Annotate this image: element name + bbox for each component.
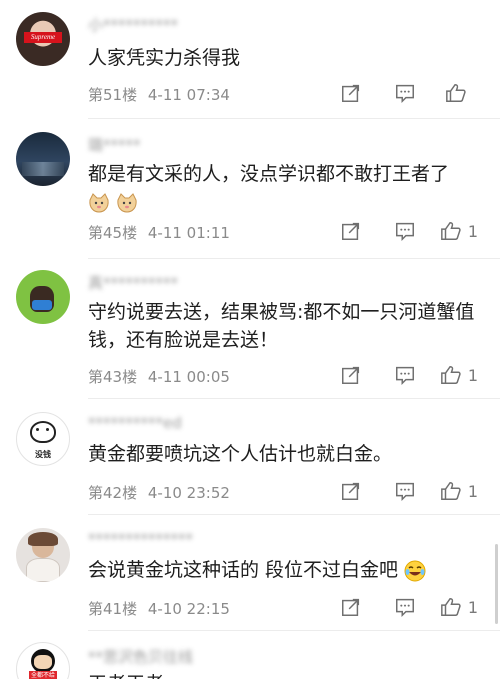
- comment-text: 都是有文采的人，没点学识都不敢打王者了: [88, 160, 478, 216]
- comment-item: 璐***** 都是有文采的人，没点学识都不敢打王者了 第45楼 4-11 01:…: [0, 120, 500, 260]
- comment-text: 黄金都要喷坑这个人估计也就白金。: [88, 443, 393, 465]
- divider: [88, 118, 500, 119]
- floor-number: 第42楼: [88, 484, 138, 502]
- avatar[interactable]: Supreme: [16, 12, 70, 66]
- supreme-badge: Supreme: [24, 32, 62, 43]
- thumbs-up-icon: [440, 596, 462, 618]
- comment-icon: [394, 364, 416, 386]
- floor-number: 第43楼: [88, 368, 138, 386]
- reply-button[interactable]: [378, 594, 432, 620]
- share-icon: [340, 220, 362, 242]
- comment-icon: [394, 480, 416, 502]
- comment-item: 真********** 守约说要去送，结果被骂:都不如一只河道蟹值钱，还有脸说是…: [0, 260, 500, 400]
- timestamp: 4-11 01:11: [147, 224, 230, 242]
- username[interactable]: 小**********: [88, 14, 178, 34]
- divider: [88, 630, 500, 631]
- avatar[interactable]: 全都不给: [16, 642, 70, 679]
- timestamp: 4-10 23:52: [147, 484, 230, 502]
- comment-text: 王者王者: [88, 670, 478, 679]
- avatar[interactable]: 没钱: [16, 412, 70, 466]
- comment-actions: 1: [324, 362, 486, 388]
- divider: [88, 398, 500, 399]
- comment-actions: 1: [324, 478, 486, 504]
- comment-item: ************** 会说黄金坑这种话的 段位不过白金吧 第41楼 4-…: [0, 516, 500, 632]
- share-button[interactable]: [324, 362, 378, 388]
- thumbs-up-icon: [440, 220, 462, 242]
- like-count: 1: [467, 481, 479, 501]
- divider: [88, 258, 500, 259]
- username[interactable]: **************: [88, 530, 193, 548]
- comment-text-body: 会说黄金坑这种话的 段位不过白金吧: [88, 559, 399, 581]
- comment-text: 会说黄金坑这种话的 段位不过白金吧: [88, 556, 478, 584]
- share-button[interactable]: [324, 218, 378, 244]
- reply-button[interactable]: [378, 80, 432, 106]
- comment-icon: [394, 220, 416, 242]
- avatar[interactable]: [16, 132, 70, 186]
- avatar-caption: 全都不给: [29, 671, 57, 679]
- like-count: 1: [467, 221, 479, 241]
- thumbs-up-icon: [445, 82, 467, 104]
- thumbs-up-icon: [440, 480, 462, 502]
- username[interactable]: **思沢色贝往线: [88, 646, 193, 666]
- reply-button[interactable]: [378, 218, 432, 244]
- like-button[interactable]: [432, 82, 486, 104]
- comment-icon: [394, 82, 416, 104]
- share-button[interactable]: [324, 594, 378, 620]
- comment-item: 没钱 **********ed 黄金都要喷坑这个人估计也就白金。 第42楼 4-…: [0, 400, 500, 516]
- share-icon: [340, 480, 362, 502]
- share-icon: [340, 82, 362, 104]
- share-button[interactable]: [324, 478, 378, 504]
- floor-number: 第51楼: [88, 86, 138, 104]
- timestamp: 4-10 22:15: [147, 600, 230, 618]
- cat-emoji-icon: [89, 192, 109, 213]
- share-icon: [340, 364, 362, 386]
- comment-text-body: 都是有文采的人，没点学识都不敢打王者了: [88, 163, 450, 185]
- comment-text: 守约说要去送，结果被骂:都不如一只河道蟹值钱，还有脸说是去送！: [88, 301, 475, 351]
- comment-meta: 第41楼 4-10 22:15: [88, 598, 236, 619]
- share-button[interactable]: [324, 80, 378, 106]
- laughing-emoji-icon: [404, 560, 426, 581]
- like-count: 1: [467, 365, 479, 385]
- like-count: 1: [467, 597, 479, 617]
- like-button[interactable]: 1: [432, 220, 486, 242]
- cat-emoji-icon: [117, 192, 137, 213]
- scrollbar[interactable]: [495, 544, 498, 624]
- avatar[interactable]: [16, 528, 70, 582]
- like-button[interactable]: 1: [432, 596, 486, 618]
- floor-number: 第41楼: [88, 600, 138, 618]
- timestamp: 4-11 00:05: [147, 368, 230, 386]
- comment-actions: 1: [324, 594, 486, 620]
- floor-number: 第45楼: [88, 224, 138, 242]
- comment-item: 全都不给 **思沢色贝往线 王者王者: [0, 632, 500, 679]
- comment-meta: 第51楼 4-11 07:34: [88, 84, 236, 105]
- like-button[interactable]: 1: [432, 364, 486, 386]
- comment-text: 人家凭实力杀得我: [88, 47, 241, 69]
- comment-actions: [324, 80, 486, 106]
- share-icon: [340, 596, 362, 618]
- comment-meta: 第45楼 4-11 01:11: [88, 222, 236, 243]
- timestamp: 4-11 07:34: [147, 86, 230, 104]
- username[interactable]: 璐*****: [88, 134, 141, 154]
- username[interactable]: 真**********: [88, 272, 178, 292]
- like-button[interactable]: 1: [432, 480, 486, 502]
- comment-meta: 第43楼 4-11 00:05: [88, 366, 236, 387]
- reply-button[interactable]: [378, 478, 432, 504]
- reply-button[interactable]: [378, 362, 432, 388]
- divider: [88, 514, 500, 515]
- comment-item: Supreme 小********** 人家凭实力杀得我 第51楼 4-11 0…: [0, 0, 500, 120]
- avatar[interactable]: [16, 270, 70, 324]
- comment-icon: [394, 596, 416, 618]
- username[interactable]: **********ed: [88, 414, 182, 432]
- comment-meta: 第42楼 4-10 23:52: [88, 482, 236, 503]
- comment-actions: 1: [324, 218, 486, 244]
- avatar-caption: 没钱: [35, 450, 51, 459]
- thumbs-up-icon: [440, 364, 462, 386]
